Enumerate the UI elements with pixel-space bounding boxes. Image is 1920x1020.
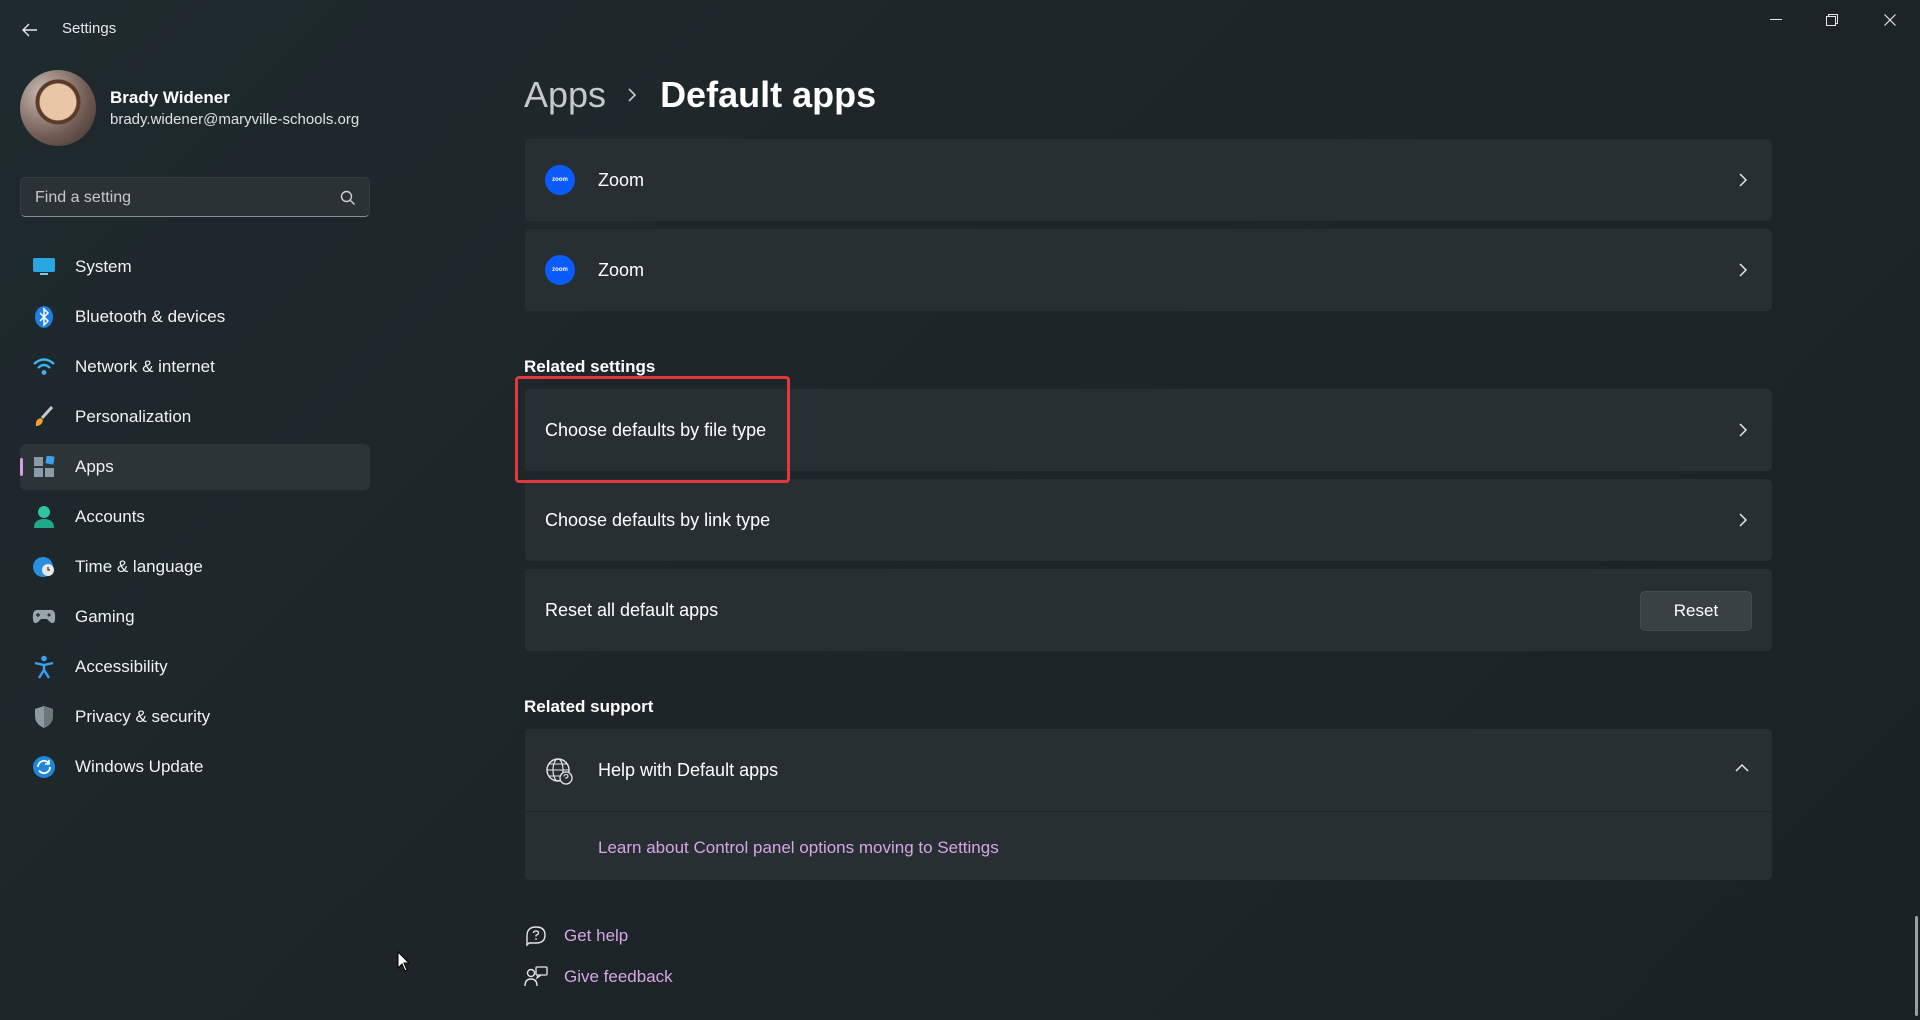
help-expander: Help with Default apps Learn about Contr… — [525, 729, 1772, 880]
sidebar-nav: System Bluetooth & devices Network & int… — [20, 244, 370, 794]
sidebar-item-bluetooth[interactable]: Bluetooth & devices — [20, 294, 370, 340]
title-bar: Settings — [0, 0, 1920, 60]
get-help-label: Get help — [564, 926, 629, 945]
sidebar-item-apps[interactable]: Apps — [20, 444, 370, 490]
app-card-zoom[interactable]: zoom Zoom — [525, 229, 1772, 311]
chevron-right-icon — [1739, 423, 1748, 437]
sidebar-item-label: Apps — [75, 457, 114, 476]
chevron-up-icon[interactable] — [1734, 763, 1750, 773]
sidebar-item-label: System — [75, 257, 132, 276]
sidebar-item-label: Accessibility — [75, 657, 168, 676]
minimize-button[interactable] — [1748, 0, 1804, 40]
link-type-label: Choose defaults by link type — [545, 510, 771, 530]
get-help-icon — [526, 926, 546, 947]
wifi-icon — [32, 355, 56, 379]
sidebar-item-system[interactable]: System — [20, 244, 370, 290]
system-icon — [32, 255, 56, 279]
sidebar-item-time-language[interactable]: Time & language — [20, 544, 370, 590]
control-panel-link[interactable]: Learn about Control panel options moving… — [598, 838, 999, 858]
search-input[interactable] — [33, 186, 337, 210]
help-label: Help with Default apps — [598, 760, 779, 780]
restore-icon — [1826, 14, 1838, 26]
reset-default-apps-card: Reset all default apps Reset — [525, 569, 1772, 651]
sidebar-item-label: Network & internet — [75, 357, 215, 376]
zoom-app-icon: zoom — [545, 165, 575, 195]
help-expander-header[interactable]: Help with Default apps — [525, 729, 1772, 812]
user-email: brady.widener@maryville-schools.org — [110, 111, 360, 128]
chevron-right-icon — [1739, 263, 1748, 277]
sidebar-item-label: Gaming — [75, 607, 135, 626]
get-help-link[interactable]: Get help — [524, 923, 628, 949]
sidebar-item-label: Windows Update — [75, 757, 204, 776]
chevron-right-icon — [628, 88, 637, 102]
scrollbar-thumb[interactable] — [1915, 916, 1918, 1016]
update-icon — [32, 755, 56, 779]
bluetooth-icon — [32, 305, 56, 329]
sidebar-item-label: Accounts — [75, 507, 145, 526]
close-icon — [1884, 14, 1896, 26]
sidebar-item-network[interactable]: Network & internet — [20, 344, 370, 390]
chevron-right-icon — [1739, 173, 1748, 187]
gamepad-icon — [32, 605, 56, 629]
page-title: Default apps — [660, 74, 877, 115]
breadcrumb-apps[interactable]: Apps — [524, 74, 606, 116]
reset-button[interactable]: Reset — [1640, 591, 1752, 631]
give-feedback-label: Give feedback — [564, 967, 673, 986]
sidebar-item-personalization[interactable]: Personalization — [20, 394, 370, 440]
restore-button[interactable] — [1804, 0, 1860, 40]
mouse-cursor-icon — [397, 951, 411, 972]
sidebar-item-privacy-security[interactable]: Privacy & security — [20, 694, 370, 740]
sidebar-item-label: Personalization — [75, 407, 192, 426]
sidebar-item-gaming[interactable]: Gaming — [20, 594, 370, 640]
app-name: Zoom — [598, 260, 645, 280]
close-button[interactable] — [1862, 0, 1918, 40]
sidebar-item-label: Privacy & security — [75, 707, 211, 726]
account-icon — [32, 505, 56, 529]
chevron-right-icon — [1739, 513, 1748, 527]
user-profile[interactable]: Brady Widener brady.widener@maryville-sc… — [20, 70, 380, 146]
window-title: Settings — [62, 20, 117, 37]
avatar — [20, 70, 96, 146]
app-name: Zoom — [598, 170, 645, 190]
accessibility-icon — [32, 655, 56, 679]
choose-defaults-link-type[interactable]: Choose defaults by link type — [525, 479, 1772, 561]
clock-globe-icon — [32, 555, 56, 579]
reset-all-label: Reset all default apps — [545, 600, 719, 620]
brush-icon — [32, 405, 56, 429]
back-button[interactable] — [14, 14, 46, 46]
user-name: Brady Widener — [110, 88, 230, 107]
feedback-icon — [524, 966, 548, 987]
sidebar-item-accounts[interactable]: Accounts — [20, 494, 370, 540]
sidebar-item-windows-update[interactable]: Windows Update — [20, 744, 370, 790]
zoom-app-icon: zoom — [545, 255, 575, 285]
globe-help-icon — [546, 758, 573, 785]
minimize-icon — [1770, 19, 1782, 20]
apps-icon — [32, 455, 56, 479]
related-settings-heading: Related settings — [524, 357, 656, 376]
sidebar-item-label: Bluetooth & devices — [75, 307, 226, 326]
search-box[interactable] — [20, 177, 370, 217]
back-arrow-icon — [22, 23, 37, 37]
choose-defaults-file-type[interactable]: Choose defaults by file type — [525, 389, 1772, 471]
shield-icon — [32, 705, 56, 729]
sidebar-item-label: Time & language — [75, 557, 203, 576]
sidebar-item-accessibility[interactable]: Accessibility — [20, 644, 370, 690]
give-feedback-link[interactable]: Give feedback — [524, 964, 673, 990]
app-card-zoom[interactable]: zoom Zoom — [525, 139, 1772, 221]
file-type-label: Choose defaults by file type — [545, 420, 767, 440]
breadcrumb: Apps Default apps — [524, 70, 876, 120]
search-icon[interactable] — [339, 189, 357, 207]
related-support-heading: Related support — [524, 697, 654, 716]
